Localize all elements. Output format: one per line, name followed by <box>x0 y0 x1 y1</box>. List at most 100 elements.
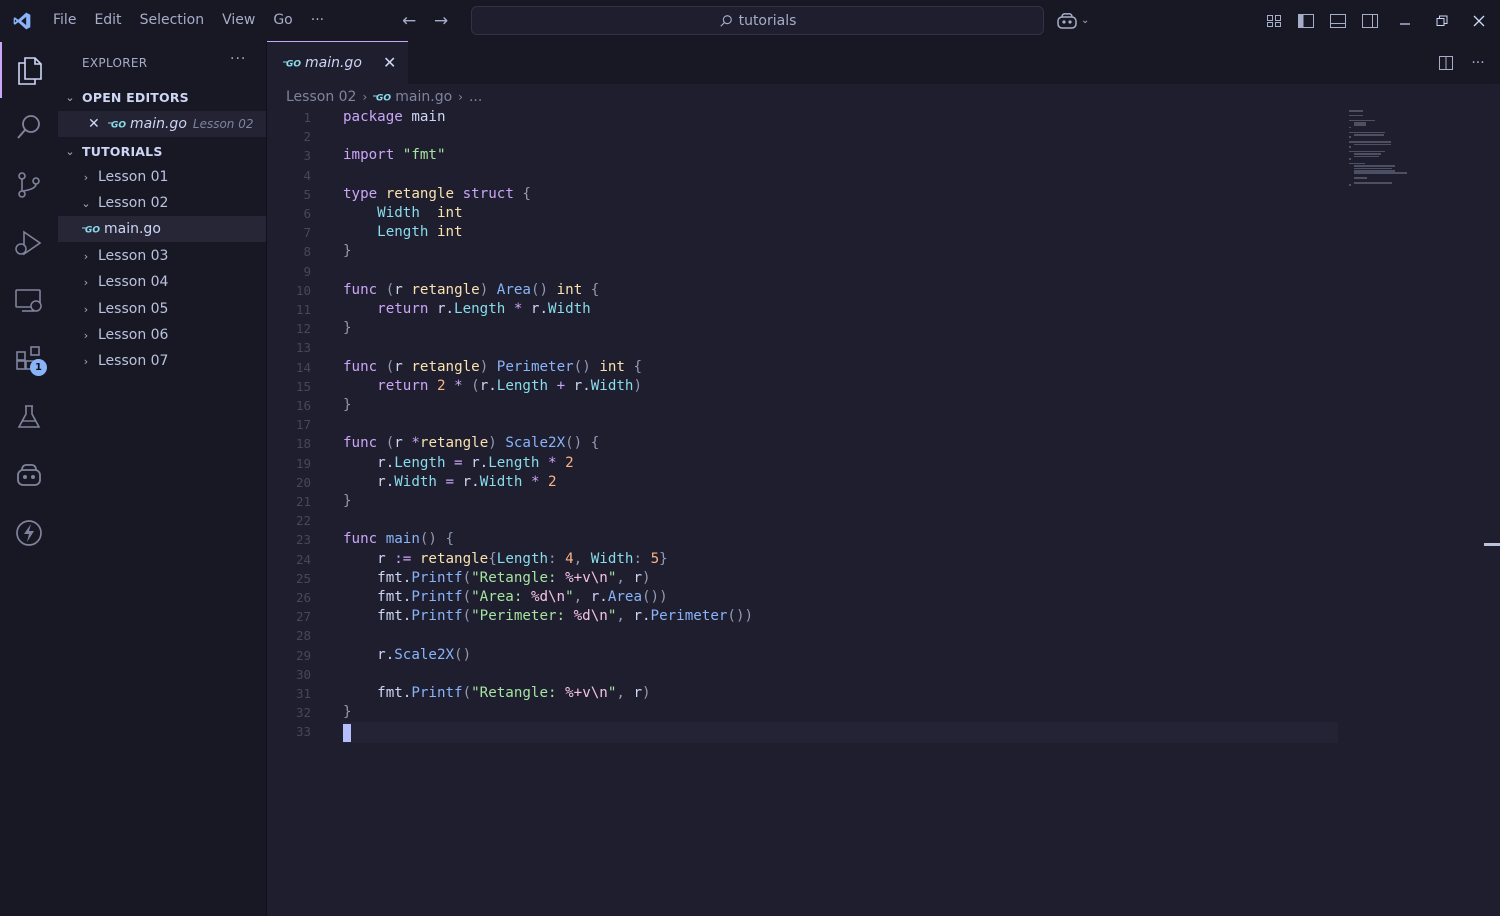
menu-go[interactable]: Go <box>264 0 301 41</box>
code-line: 5 type retangle struct { <box>267 185 1367 204</box>
code-line: 2 <box>267 127 1367 146</box>
forward-arrow-icon[interactable]: → <box>425 11 457 31</box>
code-line: 9 <box>267 262 1367 281</box>
menu-more-button[interactable]: ··· <box>302 0 333 41</box>
activity-bar: 1 <box>0 41 58 916</box>
code-line: 6 Width int <box>267 204 1367 223</box>
remote-explorer-icon[interactable] <box>0 273 58 329</box>
tab-close-icon[interactable]: ✕ <box>383 53 396 72</box>
minimap-line <box>1353 167 1393 170</box>
extensions-icon[interactable]: 1 <box>0 331 58 387</box>
code-line: 12} <box>267 319 1367 338</box>
tree-item-lesson-05[interactable]: › Lesson 05 <box>58 296 266 322</box>
minimap-line <box>1353 134 1384 136</box>
chevron-down-icon: ⌄ <box>81 196 91 210</box>
search-icon <box>719 14 732 27</box>
files-icon[interactable] <box>0 42 58 98</box>
code-line: 20 r.Width = r.Width * 2 <box>267 473 1367 492</box>
minimap-line <box>1353 165 1395 167</box>
breadcrumb-folder[interactable]: Lesson 02 <box>286 89 356 105</box>
breadcrumb-more[interactable]: ... <box>469 89 482 105</box>
line-number: 20 <box>295 474 311 490</box>
code-line: 32} <box>267 703 1367 722</box>
search-icon[interactable] <box>0 99 58 155</box>
minimap-line <box>1349 126 1351 129</box>
tab-main-go[interactable]: GO main.go ✕ <box>267 41 408 84</box>
tree-item-lesson-02[interactable]: ⌄ Lesson 02 <box>58 190 266 216</box>
line-number: 29 <box>295 647 311 663</box>
minimap-line <box>1349 131 1385 134</box>
copilot-icon[interactable] <box>0 447 58 503</box>
minimap-line <box>1349 184 1351 186</box>
minimap[interactable] <box>1349 110 1419 190</box>
menu-edit[interactable]: Edit <box>85 0 130 41</box>
code-editor[interactable]: 1 package main 2 3 import "fmt" 4 5 type retang… <box>267 108 1500 916</box>
code-line: 25 fmt.Printf("Retangle: %+v\n", r) <box>267 569 1367 588</box>
open-editors-header[interactable]: ⌄ OPEN EDITORS <box>58 84 266 110</box>
line-number: 30 <box>295 666 311 682</box>
tree-item-lesson-01[interactable]: › Lesson 01 <box>58 164 266 190</box>
explorer-title: EXPLORER <box>82 56 148 70</box>
command-center-search[interactable]: tutorials <box>471 6 1044 35</box>
line-number: 18 <box>295 436 311 452</box>
tree-item-lesson-07[interactable]: › Lesson 07 <box>58 348 266 374</box>
close-icon[interactable]: ✕ <box>88 116 102 132</box>
vscode-logo-icon <box>0 0 44 41</box>
code-line: 8} <box>267 242 1367 261</box>
source-control-icon[interactable] <box>0 157 58 213</box>
customize-layout-icon[interactable] <box>1258 0 1290 41</box>
minimize-window-icon[interactable] <box>1389 0 1421 41</box>
tree-item-lesson-04[interactable]: › Lesson 04 <box>58 269 266 295</box>
code-line: 22 <box>267 511 1367 530</box>
menu-file[interactable]: File <box>44 0 85 41</box>
line-number: 10 <box>295 282 311 298</box>
line-number: 17 <box>295 417 311 433</box>
minimap-line <box>1349 141 1391 143</box>
chevron-down-icon: ⌄ <box>65 144 75 158</box>
explorer-more-button[interactable]: ··· <box>230 51 246 67</box>
line-number: 11 <box>295 302 311 317</box>
chevron-down-icon: ⌄ <box>65 90 75 104</box>
explorer-sidebar: EXPLORER ··· ⌄ OPEN EDITORS ✕ GO main.go… <box>58 41 267 916</box>
chevron-right-icon: › <box>83 328 89 342</box>
tree-item-label: main.go <box>104 221 161 237</box>
minimap-line <box>1353 172 1407 174</box>
line-text: func (r *retangle) Scale2X() { <box>343 435 600 452</box>
testing-icon[interactable] <box>0 389 58 445</box>
line-number: 23 <box>295 532 311 548</box>
line-text: } <box>343 243 352 260</box>
code-line: 11 return r.Length * r.Width <box>267 300 1367 319</box>
tree-item-label: Lesson 02 <box>98 195 169 211</box>
go-file-icon: GO <box>373 92 391 102</box>
tree-item-lesson-06[interactable]: › Lesson 06 <box>58 322 266 348</box>
line-text: r := retangle{Length: 4, Width: 5} <box>343 550 668 567</box>
thunder-client-icon[interactable] <box>0 505 58 561</box>
toggle-primary-sidebar-icon[interactable] <box>1290 0 1322 41</box>
run-debug-icon[interactable] <box>0 215 58 271</box>
tutorials-folder-header[interactable]: ⌄ TUTORIALS <box>58 138 266 164</box>
split-editor-icon[interactable] <box>1430 42 1462 83</box>
menu-view[interactable]: View <box>213 0 264 41</box>
copilot-menu[interactable]: ⌄ <box>1056 0 1089 41</box>
tree-item-lesson-03[interactable]: › Lesson 03 <box>58 243 266 269</box>
scrollbar-marker[interactable] <box>1484 543 1500 546</box>
code-line: 30 <box>267 665 1367 684</box>
open-editor-item[interactable]: ✕ GO main.go Lesson 02 <box>58 111 266 137</box>
close-window-icon[interactable] <box>1463 0 1495 41</box>
line-number: 22 <box>295 513 311 529</box>
back-arrow-icon[interactable]: ← <box>393 11 425 31</box>
restore-window-icon[interactable] <box>1426 0 1458 41</box>
code-line: 1 package main <box>267 108 1367 127</box>
breadcrumb-file[interactable]: main.go <box>395 89 452 105</box>
code-line: 4 <box>267 166 1367 185</box>
minimap-line <box>1349 158 1351 160</box>
line-number: 2 <box>303 129 311 145</box>
toggle-secondary-sidebar-icon[interactable] <box>1354 0 1386 41</box>
menu-selection[interactable]: Selection <box>131 0 214 41</box>
line-text: return r.Length * r.Width <box>377 301 591 317</box>
more-actions-icon[interactable]: ··· <box>1462 42 1494 83</box>
chevron-right-icon: › <box>83 302 89 316</box>
tree-item-main-go[interactable]: GO main.go <box>58 216 266 242</box>
toggle-panel-icon[interactable] <box>1322 0 1354 41</box>
line-text: } <box>343 397 352 413</box>
